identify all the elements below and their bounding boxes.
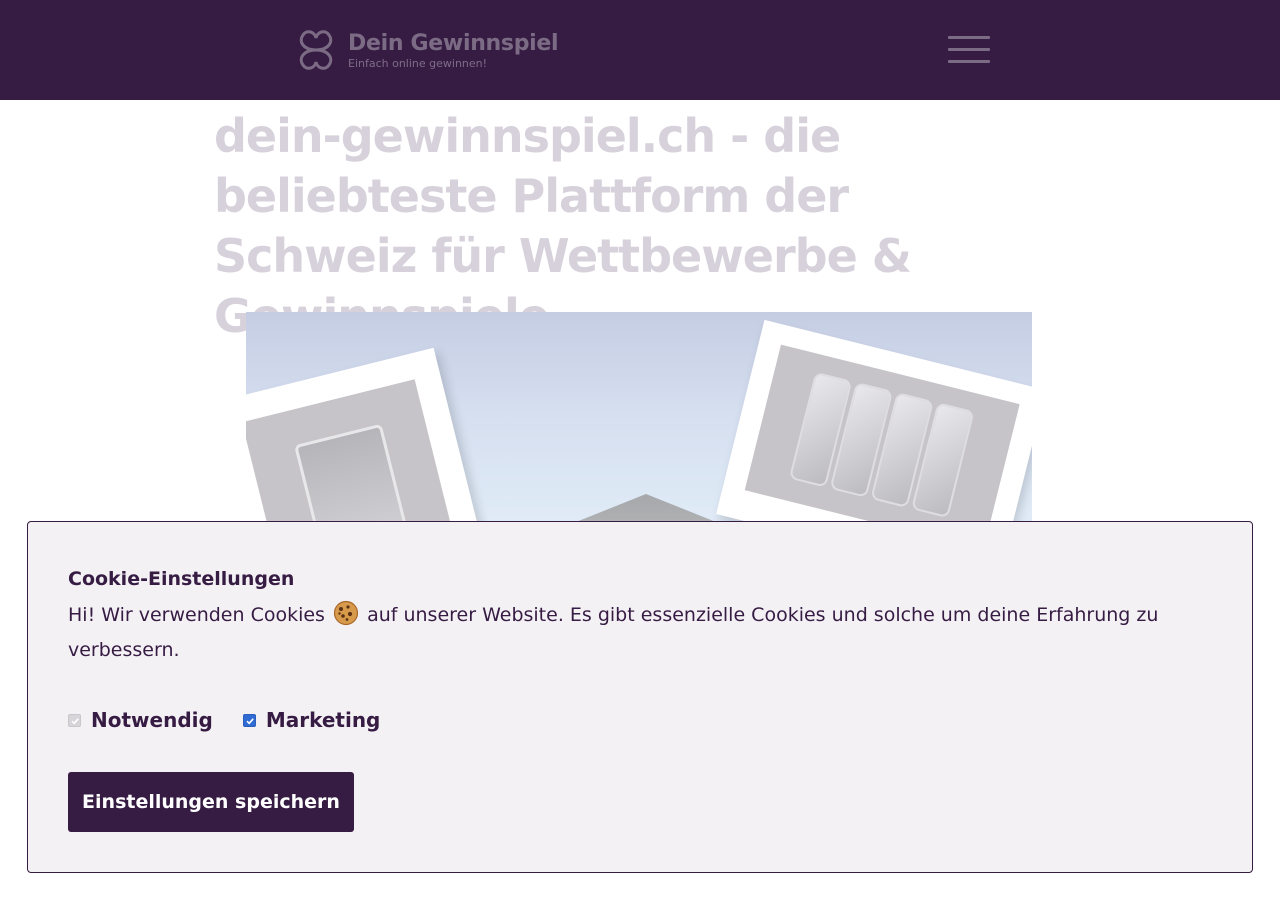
- checkbox-marketing[interactable]: [242, 713, 256, 727]
- polaroid-phones: [716, 319, 1032, 521]
- grill-photo: [246, 379, 461, 521]
- option-label: Marketing: [265, 708, 381, 732]
- cookie-banner: Cookie-Einstellungen Hi! Wir verwenden C…: [27, 521, 1253, 873]
- menu-bar: [948, 36, 990, 39]
- menu-bar: [948, 48, 990, 51]
- option-notwendig: Notwendig: [68, 707, 213, 733]
- page-title: dein-gewinnspiel.ch - die beliebteste Pl…: [214, 109, 912, 343]
- checkbox-notwendig: [68, 713, 81, 727]
- grill-icon: [294, 423, 413, 521]
- cookie-options: Notwendig Marketing: [68, 707, 410, 733]
- checkmark-icon: [246, 717, 254, 724]
- cookie-text-start: Hi! Wir verwenden Cookies: [68, 604, 325, 626]
- clover-icon: [299, 30, 333, 70]
- hero-image: [246, 312, 1032, 521]
- logo-title: Dein Gewinnspiel: [348, 30, 559, 56]
- polaroid-grill: [246, 347, 492, 521]
- cookie-title: Cookie-Einstellungen: [68, 568, 295, 590]
- checkmark-icon: [71, 717, 79, 724]
- hamburger-menu-icon[interactable]: [948, 34, 990, 66]
- save-settings-button[interactable]: Einstellungen speichern: [68, 772, 354, 832]
- phones-photo: [744, 344, 1020, 521]
- site-header: Dein Gewinnspiel Einfach online gewinnen…: [0, 0, 1280, 100]
- option-marketing[interactable]: Marketing: [242, 707, 381, 733]
- logo-text: Dein Gewinnspiel Einfach online gewinnen…: [348, 30, 559, 70]
- menu-bar: [948, 60, 990, 63]
- option-label: Notwendig: [91, 708, 213, 732]
- cookie-text: Hi! Wir verwenden Cookies auf unserer We…: [68, 598, 1188, 668]
- logo[interactable]: Dein Gewinnspiel Einfach online gewinnen…: [290, 24, 559, 76]
- logo-subtitle: Einfach online gewinnen!: [348, 56, 488, 70]
- cookie-icon: [333, 600, 359, 626]
